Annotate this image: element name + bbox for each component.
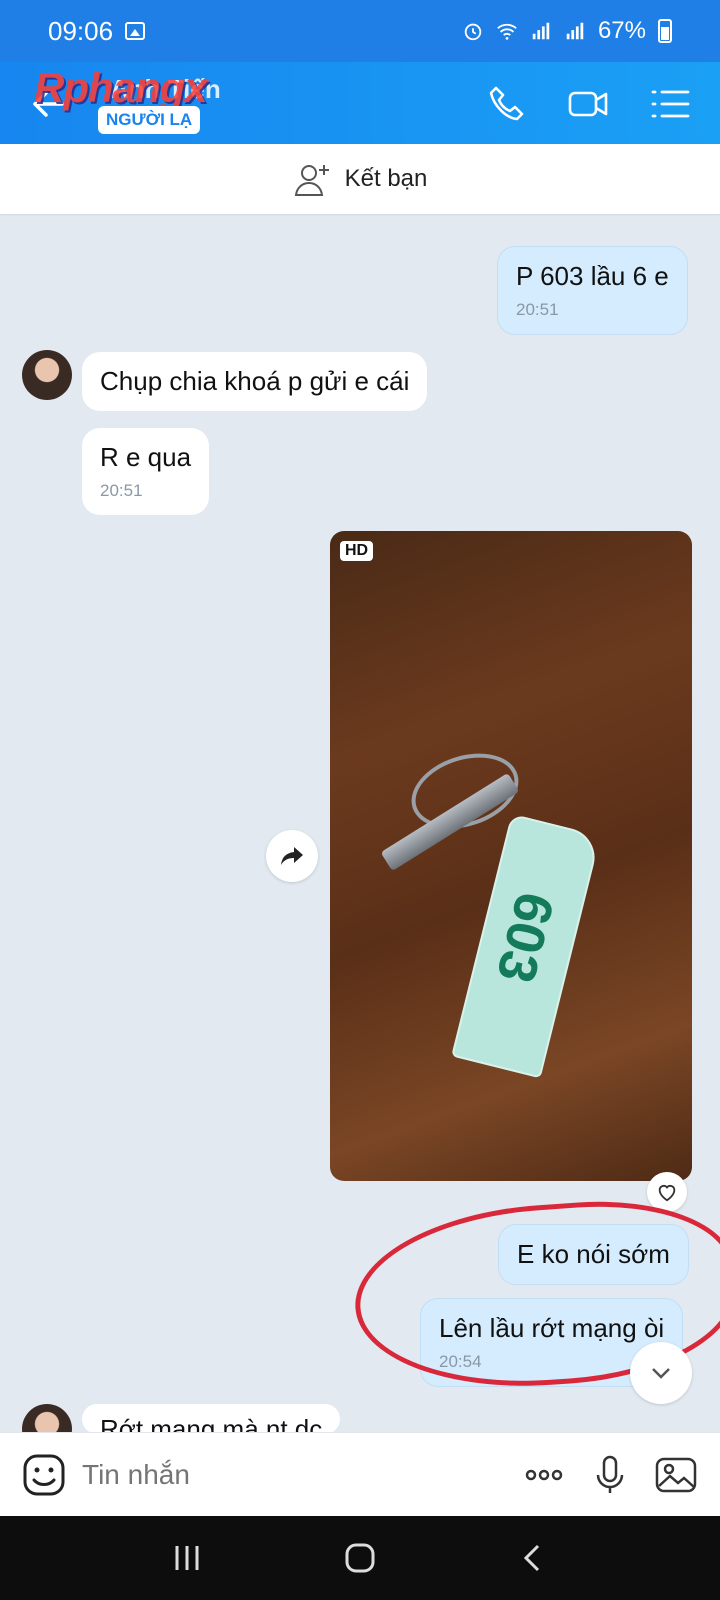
status-bar: 09:06 67% xyxy=(0,0,720,62)
add-friend-bar[interactable]: Kết bạn xyxy=(0,144,720,214)
image-message[interactable]: HD 603 xyxy=(330,531,692,1181)
avatar[interactable] xyxy=(22,350,72,400)
status-time: 09:06 xyxy=(48,15,114,46)
forward-icon xyxy=(281,847,303,865)
message-bubble-in[interactable]: Chụp chia khoá p gửi e cái xyxy=(82,352,428,411)
message-bubble-in[interactable]: R e qua 20:51 xyxy=(82,428,210,515)
message-text: Chụp chia khoá p gửi e cái xyxy=(100,366,410,396)
add-user-icon xyxy=(294,165,329,196)
watermark-logo: Rphangx xyxy=(34,64,208,111)
forward-button[interactable] xyxy=(266,830,318,882)
message-text: P 603 lầu 6 e xyxy=(516,261,669,291)
key-tag: 603 xyxy=(451,813,601,1079)
home-icon xyxy=(345,1543,375,1573)
alarm-icon xyxy=(464,23,482,41)
message-time: 20:51 xyxy=(100,481,143,500)
recent-apps-button[interactable] xyxy=(167,1538,207,1578)
image-icon[interactable] xyxy=(654,1453,698,1497)
message-bubble-out[interactable]: E ko nói sớm xyxy=(498,1224,689,1285)
list-menu-icon[interactable] xyxy=(648,82,692,126)
hd-badge: HD xyxy=(340,541,374,561)
video-camera-icon[interactable] xyxy=(566,82,610,126)
home-button[interactable] xyxy=(340,1538,380,1578)
heart-icon xyxy=(658,1185,676,1202)
more-dots-icon[interactable] xyxy=(522,1453,566,1497)
message-text: E ko nói sớm xyxy=(517,1239,670,1269)
key-tag-number: 603 xyxy=(485,886,566,989)
system-nav-bar xyxy=(0,1516,720,1600)
stranger-badge: NGƯỜI LẠ xyxy=(98,106,201,134)
battery-percent: 67% xyxy=(597,17,646,44)
chevron-down-icon xyxy=(652,1368,670,1379)
signal-icon xyxy=(532,22,550,40)
recent-apps-icon xyxy=(175,1546,199,1570)
status-right: 67% xyxy=(462,17,672,45)
back-chevron-icon xyxy=(524,1544,540,1572)
message-bubble-out[interactable]: P 603 lầu 6 e 20:51 xyxy=(497,246,688,335)
message-text: Rớt mạng mà nt dc xyxy=(100,1414,323,1434)
battery-icon xyxy=(658,19,672,43)
wifi-icon xyxy=(497,23,517,40)
message-input-bar xyxy=(0,1432,720,1516)
back-button[interactable] xyxy=(513,1538,553,1578)
react-button[interactable] xyxy=(647,1172,687,1212)
gallery-notification-icon xyxy=(125,22,146,40)
message-time: 20:51 xyxy=(516,300,559,319)
signal-icon-2 xyxy=(566,22,584,40)
chat-header: Anh Tiến Rphangx NGƯỜI LẠ xyxy=(0,62,720,144)
add-friend-label: Kết bạn xyxy=(344,165,428,192)
microphone-icon[interactable] xyxy=(588,1453,632,1497)
message-text: Lên lầu rớt mạng òi xyxy=(439,1313,665,1343)
phone-icon[interactable] xyxy=(486,82,530,126)
scroll-down-button[interactable] xyxy=(630,1342,692,1404)
message-input[interactable] xyxy=(82,1458,500,1491)
sticker-icon[interactable] xyxy=(22,1453,66,1497)
message-bubble-in-partial[interactable]: Rớt mạng mà nt dc xyxy=(82,1404,341,1434)
message-text: R e qua xyxy=(100,442,192,472)
